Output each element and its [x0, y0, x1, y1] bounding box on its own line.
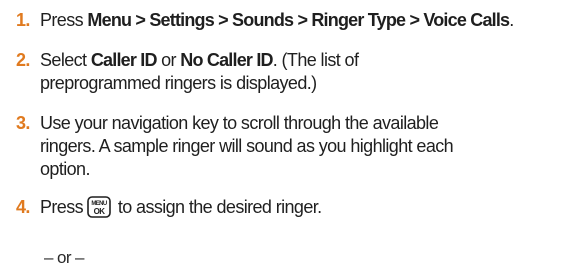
step-text: Select Caller ID or No Caller ID. (The l… — [40, 49, 579, 95]
step-text-line: ringers. A sample ringer will sound as y… — [40, 136, 454, 156]
step-text-plain: Press — [40, 10, 88, 30]
step-number: 2. — [16, 50, 30, 70]
instruction-document: 1. Press Menu > Settings > Sounds > Ring… — [0, 0, 581, 271]
step-text-line: option. — [40, 159, 90, 179]
menu-ok-key-icon: MENU OK — [87, 196, 112, 218]
step-text-plain: to assign the desired ringer. — [113, 197, 322, 217]
step-text: Press MENU OK to assign the desired ringe… — [40, 196, 579, 219]
step-text-plain: Press — [40, 197, 88, 217]
step-text-plain: . (The list of — [272, 50, 359, 70]
option-no-caller-id: No Caller ID — [180, 50, 273, 70]
step-text-line: Use your navigation key to scroll throug… — [40, 113, 439, 133]
or-separator: – or – — [44, 248, 84, 267]
step-number: 4. — [16, 197, 30, 217]
step-number: 3. — [16, 113, 30, 133]
step-text-line: preprogrammed ringers is displayed.) — [40, 73, 317, 93]
step-text-plain: or — [156, 50, 181, 70]
step-number: 1. — [16, 10, 30, 30]
step-text-plain: . — [509, 10, 514, 30]
key-label-ok: OK — [94, 207, 106, 216]
step-text: Use your navigation key to scroll throug… — [40, 112, 579, 181]
option-caller-id: Caller ID — [90, 50, 158, 70]
menu-path: Menu > Settings > Sounds > Ringer Type >… — [87, 10, 510, 30]
step-text: Press Menu > Settings > Sounds > Ringer … — [40, 9, 579, 32]
step-text-plain: Select — [40, 50, 91, 70]
